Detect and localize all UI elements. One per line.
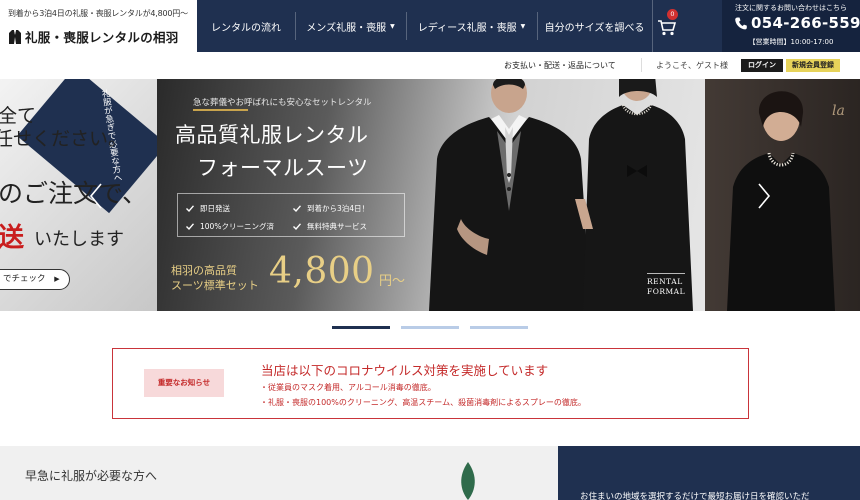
prev-slide-text: いたします <box>34 229 124 250</box>
phone-icon <box>735 17 747 29</box>
price-value: 4,800 <box>269 251 375 292</box>
slider-dot-1[interactable] <box>332 326 390 329</box>
nav-item-label: メンズ礼服・喪服 <box>306 22 387 34</box>
active-slide[interactable]: 急な葬儀やお呼ばれにも安心なセットレンタル 高品質礼服レンタル フォーマルスーツ… <box>157 79 705 311</box>
caret-down-icon: ▼ <box>520 22 526 30</box>
feature-item: 100%クリーニング済 <box>186 221 274 232</box>
arrow-right-icon: ▶ <box>54 275 60 283</box>
kicker-underline <box>193 109 248 111</box>
prev-slide-check-button[interactable]: でチェック ▶ <box>0 269 70 290</box>
notice-title: 当店は以下のコロナウイルス対策を実施しています <box>261 363 549 378</box>
feature-label: 即日発送 <box>200 204 230 213</box>
check-icon <box>186 223 194 230</box>
divider <box>641 58 642 72</box>
register-button[interactable]: 新規会員登録 <box>786 59 840 72</box>
next-slide[interactable]: la <box>705 79 860 311</box>
cart-icon <box>658 20 676 36</box>
price-label: 相羽の高品質 <box>171 264 237 277</box>
model-woman-dress-image <box>575 79 693 311</box>
prev-slide-highlight: 送 <box>0 223 25 253</box>
nav-item-label: レンタルの流れ <box>211 22 281 34</box>
previous-slide[interactable]: 礼服が急ぎで必要な方へ 全て 任せください。 のご注文で、 送 いたします でチ… <box>0 79 157 311</box>
feature-item: 無料特典サービス <box>293 221 367 232</box>
hero-slider: 礼服が急ぎで必要な方へ 全て 任せください。 のご注文で、 送 いたします でチ… <box>0 79 860 311</box>
stamp-line: RENTAL <box>647 277 683 286</box>
prev-slide-text: 任せください。 <box>0 128 128 150</box>
urgent-section-title: 早急に礼服が必要な方へ <box>25 469 158 483</box>
header-tagline: 到着から3泊4日の礼服・喪服レンタルが4,800円〜 <box>8 9 188 18</box>
site-header: 到着から3泊4日の礼服・喪服レンタルが4,800円〜 礼服・喪服レンタルの相羽 … <box>0 0 860 52</box>
feature-item: 即日発送 <box>186 203 230 214</box>
important-notice: 重要なお知らせ 当店は以下のコロナウイルス対策を実施しています ・従業員のマスク… <box>112 348 749 419</box>
phone-number: 054-266-5595 <box>751 14 860 32</box>
brand-area: 到着から3泊4日の礼服・喪服レンタルが4,800円〜 礼服・喪服レンタルの相羽 <box>0 0 197 52</box>
hero-kicker: 急な葬儀やお呼ばれにも安心なセットレンタル <box>193 98 372 108</box>
contact-box[interactable]: 注文に関するお問い合わせはこちら 054-266-5595 【営業時間】10:0… <box>722 0 860 52</box>
delivery-check-text: お住まいの地域を選択するだけで最短お届け日を確認いただ <box>580 492 810 500</box>
login-button[interactable]: ログイン <box>741 59 783 72</box>
utility-bar: お支払い・配送・返品について ようこそ、ゲスト様 ログイン 新規会員登録 <box>0 52 860 79</box>
check-icon <box>186 205 194 212</box>
nav-item-size-check[interactable]: 自分のサイズを調べる <box>537 0 652 52</box>
welcome-message: ようこそ、ゲスト様 <box>656 61 728 70</box>
business-hours: 【営業時間】10:00-17:00 <box>748 38 834 46</box>
feature-list: 即日発送 到着から3泊4日！ 100%クリーニング済 無料特典サービス <box>177 193 405 237</box>
prev-slide-text: のご注文で、 <box>0 179 148 208</box>
leaf-icon <box>461 462 475 500</box>
nav-item-ladies[interactable]: レディース礼服・喪服 ▼ <box>406 0 537 52</box>
notice-item: ・礼服・喪服の100%のクリーニング、高温スチーム、殺菌消毒剤によるスプレーの徹… <box>260 398 586 407</box>
price-label: スーツ標準セット <box>171 279 259 292</box>
logo-text: 礼服・喪服レンタルの相羽 <box>25 30 179 45</box>
check-icon <box>293 205 301 212</box>
feature-label: 無料特典サービス <box>307 222 367 231</box>
notice-item: ・従業員のマスク着用、アルコール消毒の徹底。 <box>260 383 436 392</box>
check-button-label: でチェック <box>3 274 46 284</box>
price-suffix: 円〜 <box>379 274 406 289</box>
feature-label: 100%クリーニング済 <box>200 222 274 231</box>
global-nav: レンタルの流れ メンズ礼服・喪服 ▼ レディース礼服・喪服 ▼ 自分のサイズを調… <box>197 0 722 52</box>
hero-subtitle: フォーマルスーツ <box>197 156 369 180</box>
stamp-line: FORMAL <box>647 287 686 296</box>
nav-item-label: 自分のサイズを調べる <box>544 22 645 34</box>
delivery-check-section[interactable]: お住まいの地域を選択するだけで最短お届け日を確認いただ <box>558 446 860 500</box>
slider-next-arrow-icon[interactable] <box>757 183 771 209</box>
contact-title: 注文に関するお問い合わせはこちら <box>735 4 847 12</box>
urgent-section: 早急に礼服が必要な方へ <box>0 446 558 500</box>
caret-down-icon: ▼ <box>390 22 395 30</box>
contact-phone[interactable]: 054-266-5595 <box>735 14 860 32</box>
nav-item-label: レディース礼服・喪服 <box>417 22 517 34</box>
slider-dot-2[interactable] <box>401 326 459 329</box>
nav-item-mens[interactable]: メンズ礼服・喪服 ▼ <box>295 0 406 52</box>
feature-item: 到着から3泊4日！ <box>293 203 369 214</box>
model-man-suit-image <box>429 79 591 311</box>
hero-title: 高品質礼服レンタル <box>175 123 369 147</box>
nav-item-rental-flow[interactable]: レンタルの流れ <box>197 0 295 52</box>
check-icon <box>293 223 301 230</box>
payment-shipping-link[interactable]: お支払い・配送・返品について <box>504 60 616 71</box>
slider-prev-arrow-icon[interactable] <box>89 183 103 209</box>
cart-button[interactable]: 0 <box>652 0 682 52</box>
slider-dot-3[interactable] <box>470 326 528 329</box>
slider-pagination <box>0 326 860 330</box>
site-logo[interactable]: 礼服・喪服レンタルの相羽 <box>8 27 179 46</box>
feature-label: 到着から3泊4日！ <box>307 204 370 213</box>
rental-formal-stamp: RENTAL FORMAL <box>647 273 686 297</box>
notice-badge: 重要なお知らせ <box>144 369 224 397</box>
cart-count-badge: 0 <box>667 9 678 20</box>
suit-logo-icon <box>9 30 21 44</box>
next-slide-stamp: la <box>832 103 845 119</box>
